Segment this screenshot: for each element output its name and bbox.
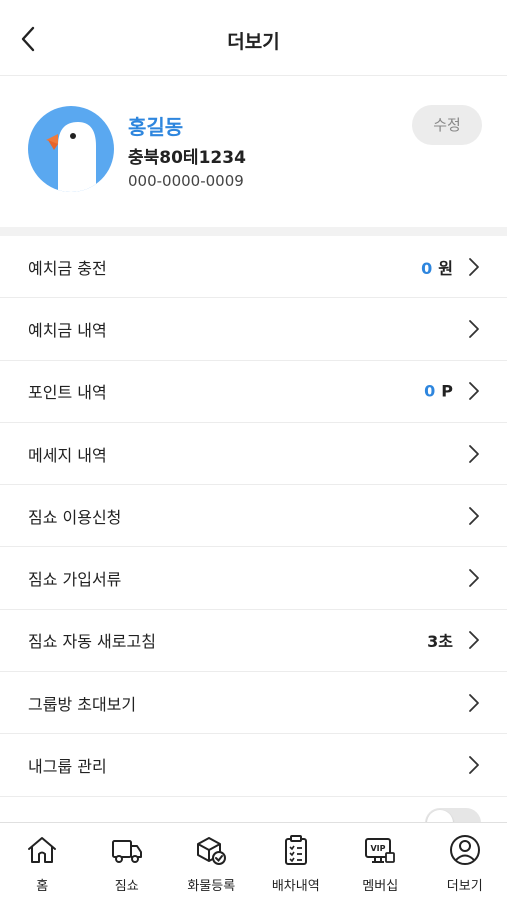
profile-name: 홍길동 [128, 115, 184, 139]
point-unit: P [441, 381, 453, 401]
deposit-balance: 0원 [421, 255, 453, 279]
menu-item-auto-refresh[interactable]: 짐쇼 자동 새로고침 3초 [0, 610, 507, 673]
tab-label: 홈 [36, 879, 49, 894]
deposit-amount: 0 [421, 258, 433, 278]
tab-label: 배차내역 [271, 879, 320, 894]
menu-item-label: 짐쇼 이용신청 [28, 507, 122, 527]
tab-label: 멤버십 [362, 879, 399, 894]
tab-dispatch-history[interactable]: 배차내역 [254, 823, 339, 900]
svg-text:VIP: VIP [371, 844, 386, 853]
chevron-right-icon [469, 382, 479, 401]
home-icon [28, 837, 57, 863]
tab-label: 짐쇼 [114, 879, 139, 894]
phone-number: 000-0000-0009 [128, 172, 244, 190]
menu-item-label: 그룹방 초대보기 [28, 694, 137, 714]
box-check-icon [197, 837, 227, 865]
user-circle-icon [449, 835, 480, 865]
toggle-knob [427, 810, 453, 822]
section-divider [0, 227, 507, 236]
menu-item-label: 짐쇼 가입서류 [28, 570, 122, 590]
menu-item-my-group[interactable]: 내그룹 관리 [0, 734, 507, 797]
menu-item-service-apply[interactable]: 짐쇼 이용신청 [0, 485, 507, 548]
app-header: 더보기 [0, 0, 507, 76]
penguin-avatar-icon [28, 106, 114, 192]
tab-membership[interactable]: VIP 멤버십 [338, 823, 423, 900]
tab-more[interactable]: 더보기 [423, 823, 507, 900]
menu-item-label: 메세지 내역 [28, 445, 107, 465]
chevron-right-icon [469, 756, 479, 774]
tab-label: 더보기 [446, 879, 483, 894]
menu-item-label: 예치금 충전 [28, 258, 107, 278]
menu-item-point-history[interactable]: 포인트 내역 0P [0, 361, 507, 423]
deposit-unit: 원 [438, 258, 453, 278]
point-balance: 0P [424, 382, 453, 401]
tab-cargo-register[interactable]: 화물등록 [169, 823, 254, 900]
refresh-interval: 3초 [427, 632, 453, 652]
menu-item-label: 내그룹 관리 [28, 757, 107, 777]
bottom-tab-bar: 홈 짐쇼 화물등록 배차내역 VIP 멤버십 더보기 [0, 822, 507, 900]
chevron-right-icon [469, 693, 479, 712]
clipboard-list-icon [284, 835, 307, 865]
point-amount: 0 [424, 381, 436, 401]
toggle-switch[interactable] [425, 808, 481, 822]
settings-menu: 예치금 충전 0원 예치금 내역 포인트 내역 0P 메세지 내역 짐쇼 이용신… [0, 236, 507, 797]
chevron-right-icon [469, 257, 479, 276]
chevron-right-icon [469, 569, 479, 588]
edit-profile-button[interactable]: 수정 [412, 105, 482, 145]
truck-icon [111, 840, 142, 863]
profile-card: 홍길동 충북80테1234 000-0000-0009 수정 [0, 77, 507, 227]
tab-label: 화물등록 [187, 879, 236, 894]
tab-jimsho[interactable]: 짐쇼 [85, 823, 170, 900]
vip-card-icon: VIP [365, 838, 396, 863]
menu-item-deposit-history[interactable]: 예치금 내역 [0, 298, 507, 361]
tab-home[interactable]: 홈 [0, 823, 85, 900]
chevron-right-icon [469, 506, 479, 525]
menu-item-signup-documents[interactable]: 짐쇼 가입서류 [0, 547, 507, 610]
menu-item-deposit-charge[interactable]: 예치금 충전 0원 [0, 236, 507, 299]
menu-item-message-history[interactable]: 메세지 내역 [0, 423, 507, 486]
chevron-right-icon [469, 444, 479, 463]
chevron-right-icon [469, 631, 479, 650]
menu-item-group-invites[interactable]: 그룹방 초대보기 [0, 672, 507, 735]
menu-item-label: 짐쇼 자동 새로고침 [28, 632, 156, 652]
page-title: 더보기 [227, 31, 280, 53]
menu-item-label: 예치금 내역 [28, 320, 107, 340]
menu-item-label: 포인트 내역 [28, 383, 107, 403]
vehicle-plate: 충북80테1234 [128, 148, 246, 168]
chevron-right-icon [469, 320, 479, 338]
menu-item-toggle-row [0, 796, 507, 822]
